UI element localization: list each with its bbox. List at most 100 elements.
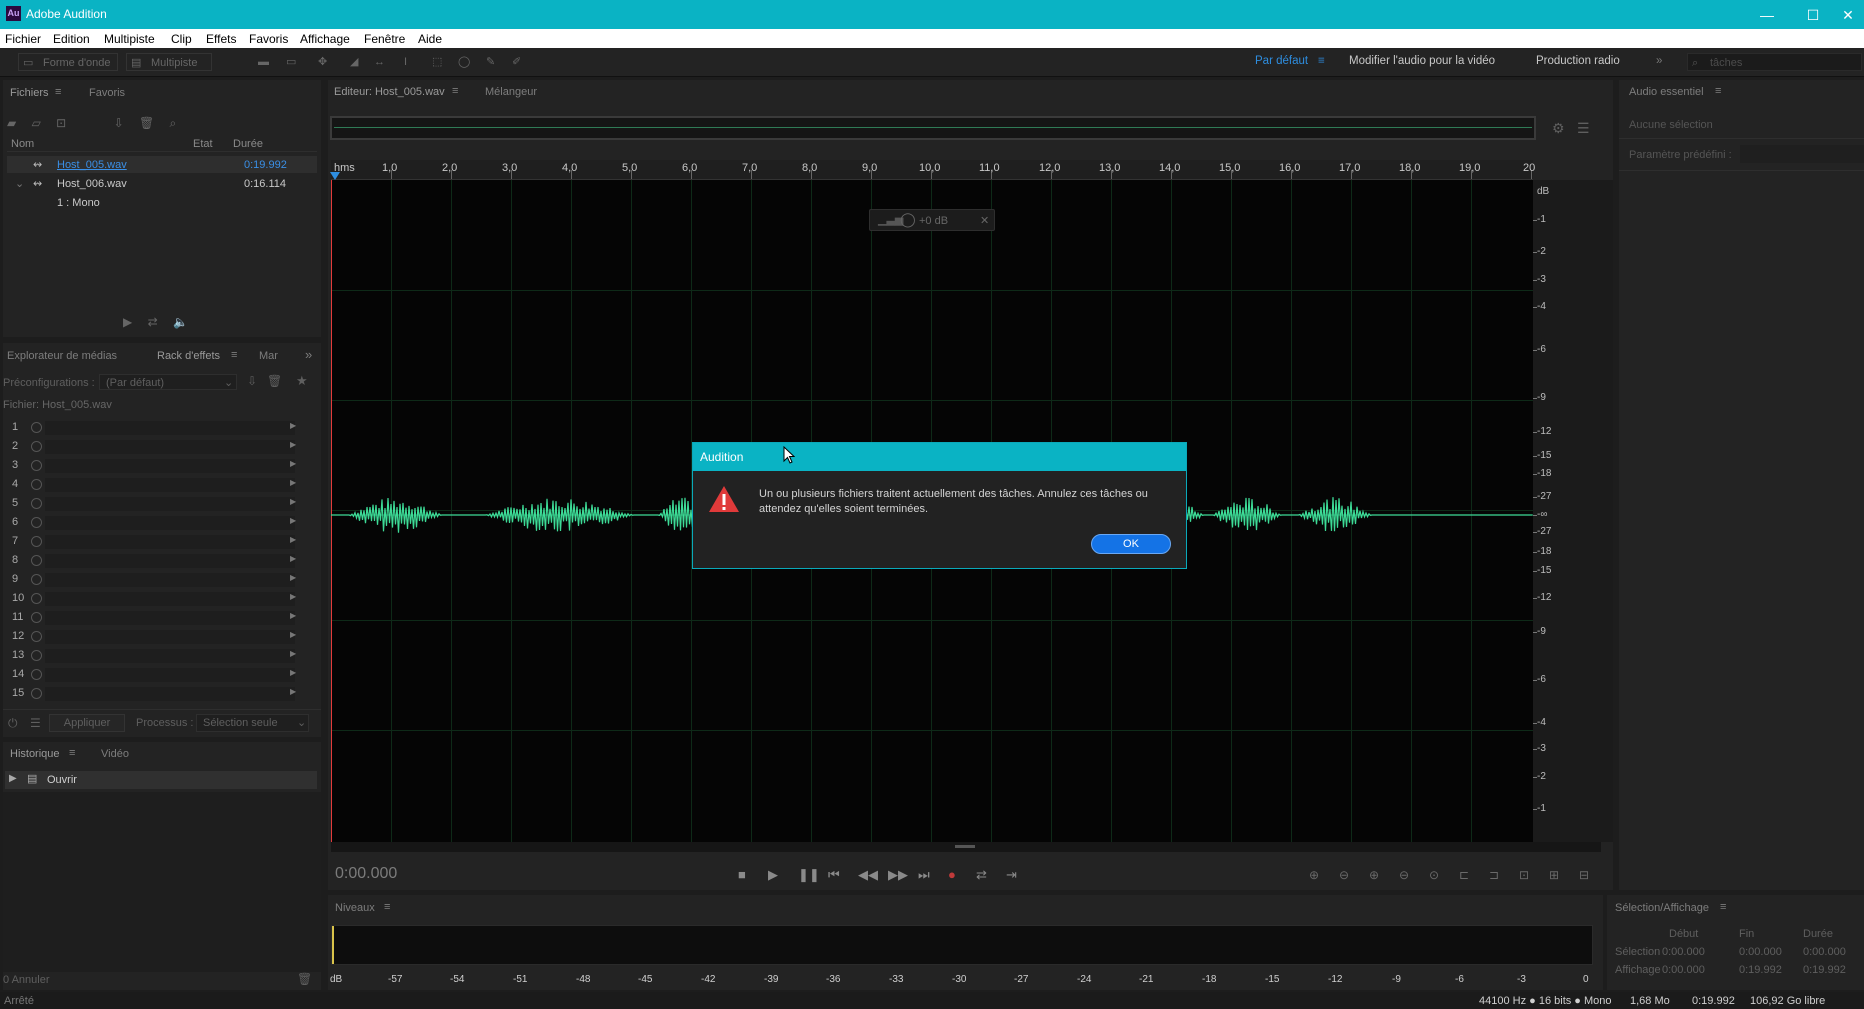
pin-icon[interactable]: ✕	[980, 214, 989, 227]
file-row[interactable]: ⌄ ↭ Host_006.wav 0:16.114	[7, 175, 317, 192]
presets-dropdown[interactable]: (Par défaut) ⌄	[99, 374, 237, 390]
move-tool-icon[interactable]: ✥	[318, 53, 327, 71]
tab-levels[interactable]: Niveaux	[335, 902, 375, 914]
apply-button[interactable]: Appliquer	[49, 714, 125, 732]
tab-mixer[interactable]: Mélangeur	[485, 86, 537, 98]
workspace-radio[interactable]: Production radio	[1536, 55, 1620, 67]
effect-slot[interactable]: 8 ▶	[7, 553, 299, 569]
maximize-button[interactable]: ☐	[1790, 4, 1836, 26]
minimize-button[interactable]: —	[1744, 4, 1790, 26]
selection-start[interactable]: 0:00.000	[1662, 946, 1705, 958]
menu-edition[interactable]: Edition	[53, 32, 90, 46]
time-selection-icon[interactable]: I	[404, 53, 407, 71]
fast-forward-icon[interactable]: ▶▶	[888, 867, 908, 883]
zoom-out-amplitude-icon[interactable]: ⊖	[1339, 868, 1349, 882]
workspace-default[interactable]: Par défaut	[1255, 55, 1308, 67]
lasso-tool-icon[interactable]: ◯	[458, 53, 470, 71]
view-start[interactable]: 0:00.000	[1662, 964, 1705, 976]
view-end[interactable]: 0:19.992	[1739, 964, 1782, 976]
tab-media-explorer[interactable]: Explorateur de médias	[7, 350, 117, 362]
marquee-tool-icon[interactable]: ⬚	[432, 53, 442, 71]
panel-menu-icon[interactable]: ≡	[384, 901, 390, 913]
brush-tool-icon[interactable]: ✎	[486, 53, 495, 71]
effect-slot[interactable]: 5 ▶	[7, 496, 299, 512]
panel-menu-icon[interactable]: ≡	[69, 747, 75, 759]
effect-slot[interactable]: 9 ▶	[7, 572, 299, 588]
master-power-icon[interactable]: ⏻	[8, 716, 18, 731]
zoom-vertical-icon[interactable]: ⚙	[1552, 120, 1565, 137]
panel-menu-icon[interactable]: ≡	[55, 86, 61, 98]
save-preset-icon[interactable]: ⇩	[247, 374, 257, 388]
panel-menu-icon[interactable]: ≡	[1715, 85, 1721, 97]
effect-slot[interactable]: 3 ▶	[7, 458, 299, 474]
trash-icon[interactable]: 🗑	[297, 972, 312, 986]
tab-effects-rack[interactable]: Rack d'effets	[157, 350, 220, 362]
play-icon[interactable]: ▶	[123, 315, 132, 329]
preset-dropdown[interactable]	[1740, 145, 1864, 163]
menu-fichier[interactable]: Fichier	[5, 32, 41, 46]
record-icon[interactable]: ●	[948, 867, 956, 882]
effect-slot[interactable]: 13 ▶	[7, 648, 299, 664]
history-item[interactable]: ▶ ▤ Ouvrir	[5, 771, 317, 789]
tab-markers[interactable]: Mar	[259, 350, 278, 362]
loop-icon[interactable]: ⇄	[148, 315, 158, 329]
favorite-star-icon[interactable]: ★	[296, 373, 308, 389]
selection-end[interactable]: 0:00.000	[1739, 946, 1782, 958]
workspace-menu-icon[interactable]: ≡	[1318, 55, 1325, 67]
waveform-view-button[interactable]: ▭ Forme d'onde	[18, 53, 118, 71]
effect-slot[interactable]: 2 ▶	[7, 439, 299, 455]
zoom-in-point-icon[interactable]: ⊏	[1459, 868, 1469, 882]
tab-editor[interactable]: Editeur: Host_005.wav	[334, 86, 445, 98]
delete-icon[interactable]: 🗑	[139, 116, 154, 130]
new-file-icon[interactable]: ⊡	[56, 116, 66, 130]
close-button[interactable]: ✕	[1832, 4, 1864, 26]
panel-overflow-icon[interactable]: »	[305, 347, 312, 362]
effect-slot[interactable]: 11 ▶	[7, 610, 299, 626]
process-dropdown[interactable]: Sélection seule ⌄	[196, 714, 309, 732]
selection-duration[interactable]: 0:00.000	[1803, 946, 1846, 958]
heal-tool-icon[interactable]: ✐	[512, 53, 521, 71]
effect-slot[interactable]: 15 ▶	[7, 686, 299, 702]
skip-icon[interactable]: ⇥	[1006, 867, 1017, 883]
col-nom[interactable]: Nom	[11, 138, 34, 150]
menu-multipiste[interactable]: Multipiste	[104, 32, 155, 46]
menu-affichage[interactable]: Affichage	[300, 32, 350, 46]
rewind-icon[interactable]: ◀◀	[858, 867, 878, 883]
zoom-in-amplitude-icon[interactable]: ⊕	[1309, 868, 1319, 882]
spectral-pitch-icon[interactable]: ▭	[286, 53, 296, 71]
layout-icon[interactable]: ☰	[1577, 120, 1590, 137]
menu-effets[interactable]: Effets	[206, 32, 236, 46]
col-duree[interactable]: Durée	[233, 138, 263, 150]
menu-clip[interactable]: Clip	[171, 32, 192, 46]
tab-essential-audio[interactable]: Audio essentiel	[1629, 86, 1704, 98]
autoplay-icon[interactable]: 🔈	[173, 315, 188, 329]
channel-item[interactable]: 1 : Mono	[57, 197, 100, 209]
list-icon[interactable]: ☰	[30, 716, 41, 730]
panel-menu-icon[interactable]: ≡	[1720, 901, 1726, 913]
delete-preset-icon[interactable]: 🗑	[267, 374, 282, 388]
expand-chevron-icon[interactable]: ⌄	[15, 177, 24, 190]
insert-icon[interactable]: ⇩	[114, 116, 124, 130]
zoom-out-point-icon[interactable]: ⊐	[1489, 868, 1499, 882]
tab-fichiers[interactable]: Fichiers	[10, 87, 49, 99]
gain-knob-icon[interactable]: ◯	[900, 211, 916, 228]
time-ruler[interactable]: hms 1,0 2,0 3,0 4,0 5,0 6,0 7,0 8,0 9,0 …	[330, 160, 1535, 180]
zoom-full-icon[interactable]: ⊙	[1429, 868, 1439, 882]
view-duration[interactable]: 0:19.992	[1803, 964, 1846, 976]
razor-tool-icon[interactable]: ◢	[350, 53, 358, 71]
multitrack-view-button[interactable]: ▤ Multipiste	[126, 53, 212, 71]
file-search-icon[interactable]: ⌕	[170, 116, 177, 130]
menu-fenetre[interactable]: Fenêtre	[364, 32, 405, 46]
go-to-end-icon[interactable]: ⏭	[918, 867, 930, 883]
horizontal-scrollbar[interactable]	[331, 842, 1601, 852]
file-row[interactable]: ↭ Host_005.wav 0:19.992	[7, 156, 317, 173]
pause-icon[interactable]: ❚❚	[798, 867, 820, 883]
effect-slot[interactable]: 6 ▶	[7, 515, 299, 531]
scroll-grip[interactable]	[955, 845, 975, 848]
panel-menu-icon[interactable]: ≡	[231, 349, 237, 361]
effect-slot[interactable]: 12 ▶	[7, 629, 299, 645]
zoom-in-time-icon[interactable]: ⊕	[1369, 868, 1379, 882]
spectral-freq-icon[interactable]: ▬	[258, 53, 269, 71]
open-folder-icon[interactable]: ▰	[7, 116, 16, 130]
overview-scrollbar[interactable]	[330, 116, 1536, 140]
